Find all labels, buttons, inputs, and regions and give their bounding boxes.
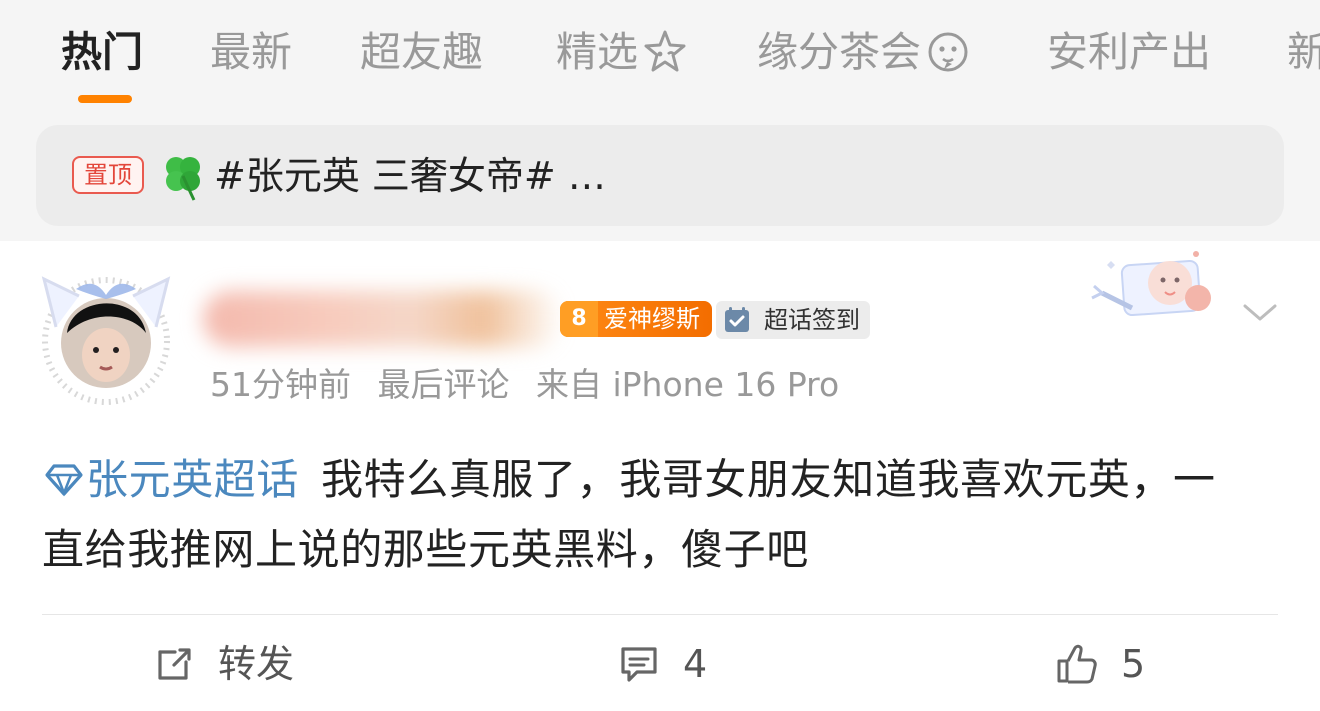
fan-level-label: 爱神缪斯 (604, 305, 700, 333)
like-count: 5 (1121, 642, 1146, 686)
post-content: 张元英超话 我特么真服了，我哥女朋友知道我喜欢元英，一直给我推网上说的那些元英黑料… (42, 445, 1222, 585)
comment-count: 4 (683, 642, 708, 686)
fan-level-badge[interactable]: 8 爱神缪斯 (560, 301, 712, 337)
comment-button[interactable]: 4 (615, 624, 707, 704)
avatar[interactable] (36, 271, 176, 411)
tab-featured-label: 精选 (556, 28, 638, 76)
pinned-post[interactable]: 置顶 #张元英 三奢女帝# … (36, 125, 1284, 226)
post-actions: 转发 4 5 (0, 624, 1320, 704)
card-decoration-icon (1091, 251, 1211, 317)
tab-latest[interactable]: 最新 (210, 22, 292, 82)
diamond-icon (45, 464, 83, 497)
tab-recommend[interactable]: 安利产出 (1047, 22, 1211, 82)
super-topic-checkin-badge[interactable]: 超话签到 (716, 301, 870, 339)
tab-featured[interactable]: 精选 (556, 22, 688, 82)
clover-icon (166, 157, 200, 201)
action-divider (42, 614, 1278, 615)
checkin-label: 超话签到 (764, 306, 860, 334)
tab-strip[interactable]: 热门 最新 超友趣 精选 缘分茶会 安利产出 新 (0, 0, 1320, 105)
repost-label: 转发 (218, 642, 295, 686)
repost-button[interactable]: 转发 (150, 624, 294, 704)
post-source: 来自 iPhone 16 Pro (536, 365, 840, 404)
thumbs-up-icon (1057, 644, 1097, 684)
check-calendar-icon (725, 307, 749, 332)
post-meta: 51分钟前 最后评论 来自 iPhone 16 Pro (210, 363, 855, 407)
tab-more[interactable]: 新 (1287, 22, 1320, 82)
tab-tea-party[interactable]: 缘分茶会 (757, 22, 971, 82)
tab-hot[interactable]: 热门 (61, 22, 143, 82)
user-name-blurred[interactable] (203, 291, 563, 347)
tab-super-friends[interactable]: 超友趣 (360, 22, 483, 82)
post-last-comment: 最后评论 (377, 365, 510, 404)
like-button[interactable]: 5 (1053, 624, 1145, 704)
chat-face-icon (928, 32, 968, 72)
tab-tea-party-label: 缘分茶会 (757, 28, 921, 76)
sparkle-face-icon (644, 30, 686, 72)
topic-label[interactable]: 张元英超话 (86, 455, 299, 504)
top-bar: 热门 最新 超友趣 精选 缘分茶会 安利产出 新 置顶 #张元英 三奢女帝# … (0, 0, 1320, 241)
comment-icon (621, 647, 657, 682)
topic-link[interactable]: 张元英超话 (42, 455, 299, 504)
pinned-badge: 置顶 (72, 156, 144, 194)
share-edit-icon (158, 648, 191, 680)
pinned-title[interactable]: #张元英 三奢女帝# … (214, 152, 606, 200)
chevron-down-icon[interactable] (1238, 297, 1282, 327)
post-time: 51分钟前 (210, 365, 351, 404)
active-tab-indicator (78, 95, 132, 103)
fan-level-number: 8 (560, 301, 598, 337)
post-card[interactable]: 8 爱神缪斯 超话签到 51分钟前 最后评论 来自 iPhone 16 Pro (0, 241, 1320, 711)
